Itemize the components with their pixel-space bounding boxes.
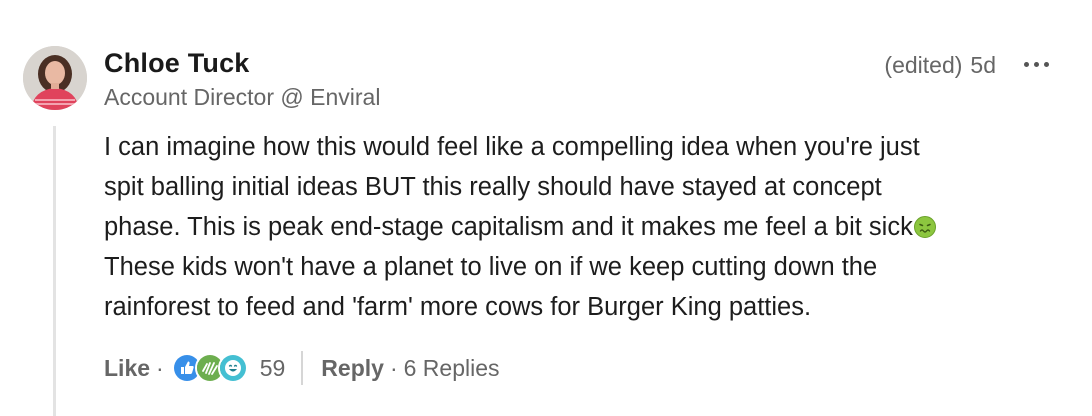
separator-dot: ·: [389, 354, 398, 381]
comment-line-with-emoji: phase. This is peak end-stage capitalism…: [104, 207, 1064, 247]
comment-actions: Like · 59 Reply · 6 Replies: [104, 349, 500, 387]
timestamp: 5d: [970, 52, 996, 78]
avatar[interactable]: [23, 46, 87, 110]
separator-dot: ·: [156, 354, 164, 381]
comment-line: spit balling initial ideas BUT this real…: [104, 173, 882, 201]
more-options-button[interactable]: [1018, 50, 1054, 78]
funny-icon: [217, 353, 248, 383]
author-name[interactable]: Chloe Tuck: [104, 48, 250, 79]
actions-divider: [301, 351, 304, 385]
comment-body: I can imagine how this would feel like a…: [104, 127, 1064, 327]
author-headline: Account Director @ Enviral: [104, 84, 381, 110]
reaction-count[interactable]: 59: [260, 355, 286, 382]
reply-button[interactable]: Reply: [321, 355, 384, 382]
comment-line: These kids won't have a planet to live o…: [104, 253, 878, 281]
comment-line: I can imagine how this would feel like a…: [104, 133, 920, 161]
comment-line: rainforest to feed and 'farm' more cows …: [104, 293, 812, 321]
more-options-icon: [1023, 61, 1029, 67]
nauseated-face-icon: [913, 210, 936, 238]
like-button[interactable]: Like: [104, 355, 150, 382]
comment-card: Chloe Tuck Account Director @ Enviral (e…: [0, 0, 1092, 416]
replies-count-link[interactable]: 6 Replies: [404, 355, 500, 382]
reactions-summary[interactable]: [171, 353, 248, 383]
comment-line: phase. This is peak end-stage capitalism…: [104, 213, 913, 241]
comment-meta: (edited) 5d: [884, 52, 996, 79]
edited-label: (edited): [884, 52, 963, 78]
thread-line: [53, 126, 56, 416]
